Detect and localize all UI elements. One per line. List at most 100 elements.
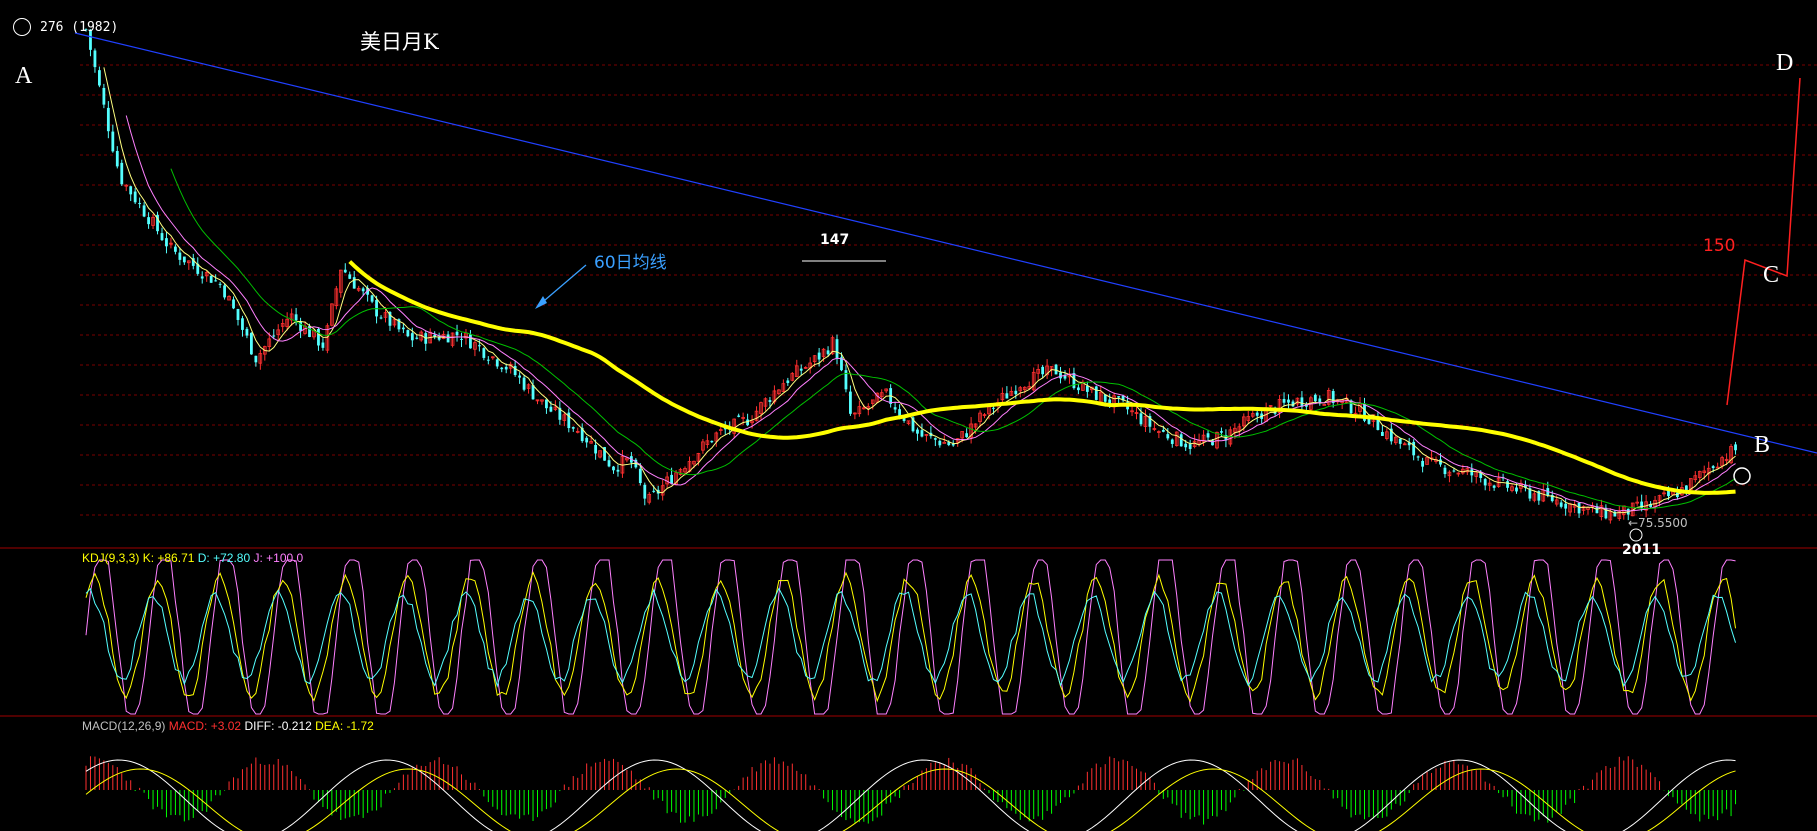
kdj-j-line — [85, 559, 1736, 715]
candle-body — [361, 288, 365, 292]
candle-body — [585, 437, 589, 443]
candle-body — [1094, 386, 1098, 400]
candle-body — [1380, 431, 1384, 436]
macd-diff-line — [85, 759, 1736, 831]
candle-body — [370, 295, 374, 302]
chart-canvas — [0, 28, 1817, 831]
candle-body — [410, 333, 414, 341]
candle-body — [317, 328, 320, 346]
candle-body — [106, 107, 110, 132]
candle-body — [1470, 469, 1474, 476]
macd-name: MACD(12,26,9) — [82, 719, 166, 733]
candle-body — [1211, 440, 1214, 446]
year-label: 2011 — [1622, 542, 1661, 558]
candle-body — [893, 407, 897, 410]
low-value-label: ←75.5500 — [1628, 516, 1688, 530]
candle-body — [1398, 438, 1402, 444]
candle-body — [500, 367, 504, 370]
candle-body — [992, 407, 995, 409]
candle-body — [120, 162, 124, 185]
candle-body — [250, 332, 253, 355]
kdj-d-line — [85, 571, 1737, 703]
candle-body — [1188, 444, 1192, 449]
kdj-legend: KDJ(9,3,3) K: +86.71 D: +72.80 J: +100.0 — [82, 551, 303, 565]
candle-body — [531, 385, 535, 400]
candle-body — [477, 345, 481, 347]
candle-body — [951, 443, 955, 446]
ma10-line — [125, 115, 1736, 512]
candle-body — [1452, 470, 1456, 472]
kdj-k-line — [85, 587, 1737, 688]
candle-body — [643, 484, 647, 499]
candle-body — [115, 150, 119, 167]
marker-b: B — [1754, 432, 1771, 458]
low-circle-marker — [1629, 528, 1643, 542]
candle-body — [1206, 433, 1210, 438]
candle-body — [571, 427, 575, 429]
candle-body — [241, 318, 244, 330]
macd-dea: DEA: -1.72 — [315, 719, 374, 733]
candle-body — [1085, 385, 1089, 392]
candle-body — [1313, 394, 1317, 402]
candle-body — [965, 433, 969, 438]
candle-body — [545, 399, 548, 409]
ma60-arrow — [537, 264, 587, 307]
b-circle-marker — [1733, 467, 1751, 485]
macd-legend: MACD(12,26,9) MACD: +3.02 DIFF: -0.212 D… — [82, 719, 374, 733]
candle-body — [1492, 485, 1496, 488]
candle-body — [406, 330, 410, 337]
candle-body — [469, 334, 472, 349]
candle-body — [1367, 418, 1371, 424]
candle-body — [1005, 393, 1009, 399]
candle-body — [826, 350, 830, 355]
candle-body — [446, 334, 450, 343]
candle-body — [245, 328, 249, 336]
candle-body — [513, 366, 517, 376]
candle-body — [1515, 487, 1518, 492]
candle-body — [272, 335, 276, 337]
candle-body — [460, 338, 463, 340]
candle-body — [343, 269, 347, 273]
candle-body — [1416, 456, 1420, 458]
candle-body — [1421, 460, 1425, 467]
candle-body — [1711, 466, 1715, 469]
candle-body — [1564, 503, 1568, 509]
candle-body — [652, 490, 656, 492]
candle-body — [401, 327, 405, 330]
kdj-name: KDJ(9,3,3) — [82, 551, 140, 565]
candle-body — [607, 460, 611, 467]
candle-body — [214, 280, 218, 282]
candle-body — [147, 217, 150, 225]
candle-body — [710, 440, 714, 443]
candle-body — [254, 355, 258, 363]
candle-body — [522, 377, 526, 390]
kdj-d: D: +72.80 — [197, 551, 251, 565]
candle-body — [1734, 444, 1737, 451]
candle-body — [232, 299, 235, 309]
macd-dea-line — [85, 768, 1736, 831]
candle-body — [670, 474, 674, 484]
chart-title: 美日月K — [360, 30, 439, 54]
candle-body — [786, 380, 790, 383]
candle-body — [933, 438, 937, 440]
candle-body — [898, 409, 901, 416]
candle-body — [1179, 434, 1183, 447]
candle-body — [1059, 372, 1062, 379]
candle-body — [1170, 439, 1174, 444]
projection-line — [1726, 77, 1801, 406]
candle-body — [1166, 434, 1170, 439]
candle-body — [178, 252, 182, 260]
trendline-ab — [74, 32, 1817, 454]
candle-body — [1220, 431, 1223, 433]
candle-body — [817, 352, 821, 360]
candle-body — [1300, 397, 1304, 407]
marker-d: D — [1776, 50, 1794, 76]
candle-body — [1282, 398, 1286, 403]
start-label: 276 (1982) — [40, 20, 119, 35]
candle-body — [352, 277, 356, 289]
candle-body — [160, 233, 164, 241]
candle-body — [1287, 399, 1290, 403]
ma5-line — [103, 67, 1736, 514]
candle-body — [486, 359, 490, 361]
candle-body — [616, 469, 620, 472]
